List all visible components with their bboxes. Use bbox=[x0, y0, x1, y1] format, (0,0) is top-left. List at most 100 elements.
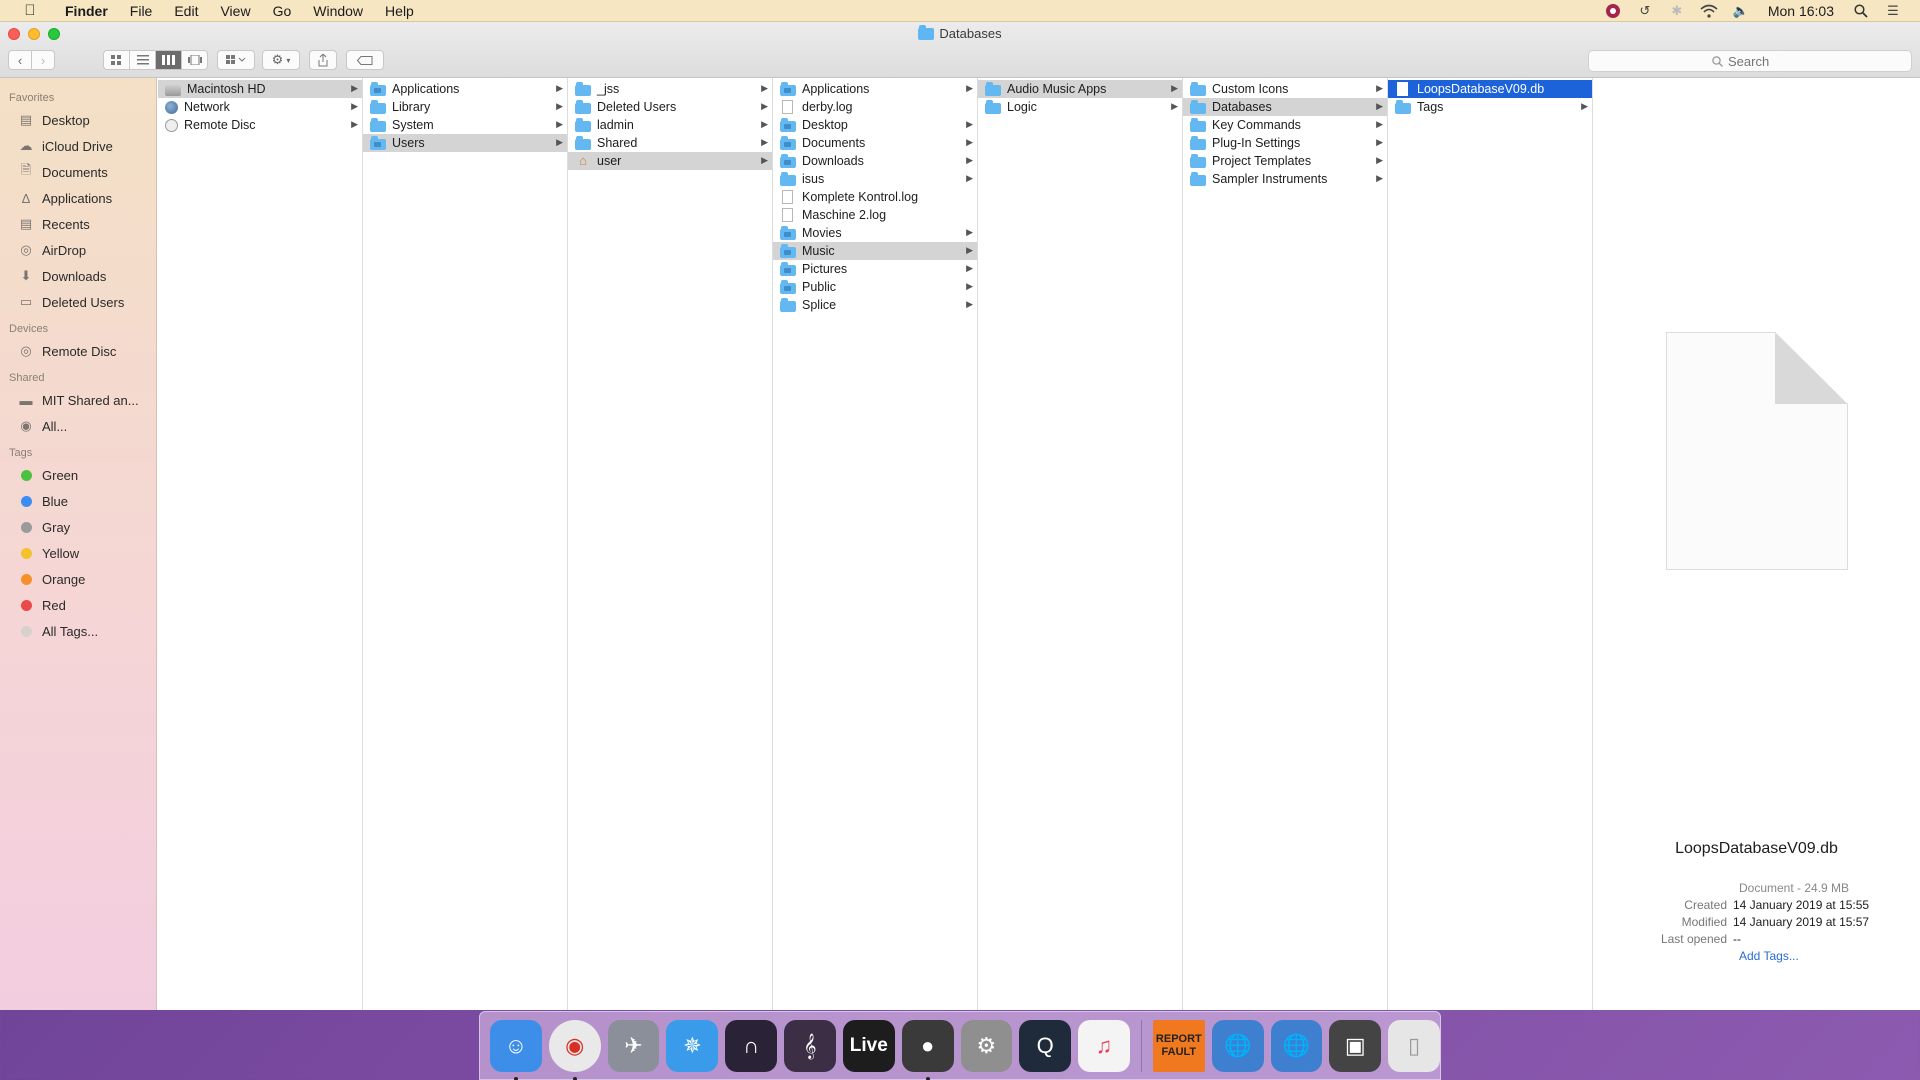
sidebar-tag-all-tags[interactable]: All Tags... bbox=[0, 618, 156, 644]
launchpad-icon[interactable]: ✈ bbox=[607, 1019, 660, 1072]
file-row[interactable]: LoopsDatabaseV09.db bbox=[1388, 80, 1592, 98]
file-row[interactable]: Remote Disc ▶ bbox=[158, 116, 362, 134]
menu-edit[interactable]: Edit bbox=[163, 3, 209, 19]
file-row[interactable]: Splice ▶ bbox=[773, 296, 977, 314]
network-globe-2-icon[interactable]: 🌐 bbox=[1270, 1019, 1323, 1072]
menu-help[interactable]: Help bbox=[374, 3, 425, 19]
report-fault-icon[interactable]: REPORT FAULT bbox=[1152, 1019, 1205, 1072]
browser-column-1[interactable]: Macintosh HD ▶ Network ▶ Remote Disc ▶ bbox=[158, 78, 363, 1010]
sidebar-item-downloads[interactable]: ⬇ Downloads bbox=[0, 263, 156, 289]
menu-app-finder[interactable]: Finder bbox=[54, 3, 119, 19]
file-row[interactable]: ⌂ user ▶ bbox=[568, 152, 772, 170]
action-button[interactable]: ⚙ ▾ bbox=[262, 50, 300, 70]
browser-column-2[interactable]: Applications ▶ Library ▶ System ▶ Users ▶ bbox=[363, 78, 568, 1010]
apple-menu-icon[interactable]:  bbox=[20, 2, 40, 19]
sidebar-tag-yellow[interactable]: Yellow bbox=[0, 540, 156, 566]
file-row[interactable]: Documents ▶ bbox=[773, 134, 977, 152]
file-row[interactable]: Shared ▶ bbox=[568, 134, 772, 152]
sidebar-tag-green[interactable]: Green bbox=[0, 462, 156, 488]
file-row[interactable]: Audio Music Apps ▶ bbox=[978, 80, 1182, 98]
share-button[interactable] bbox=[309, 50, 337, 70]
gallery-view-button[interactable] bbox=[181, 50, 208, 70]
file-row[interactable]: Deleted Users ▶ bbox=[568, 98, 772, 116]
spotlight-icon[interactable] bbox=[1852, 3, 1870, 19]
camera-icon[interactable]: ▣ bbox=[1329, 1019, 1382, 1072]
notification-center-icon[interactable]: ☰ bbox=[1884, 3, 1902, 19]
sidebar-shared-mit-shared-an[interactable]: ▬ MIT Shared an... bbox=[0, 387, 156, 413]
trash-icon[interactable]: ▯ bbox=[1388, 1019, 1440, 1072]
pro-tools-icon[interactable]: ∩ bbox=[725, 1019, 778, 1072]
sidebar-item-airdrop[interactable]: ◎ AirDrop bbox=[0, 237, 156, 263]
creative-cloud-icon[interactable] bbox=[1604, 3, 1622, 19]
volume-icon[interactable]: 🔈 bbox=[1732, 3, 1750, 19]
sidebar-item-applications[interactable]: ∆ Applications bbox=[0, 185, 156, 211]
file-row[interactable]: Logic ▶ bbox=[978, 98, 1182, 116]
list-view-button[interactable] bbox=[129, 50, 156, 70]
group-by-button[interactable] bbox=[217, 50, 255, 70]
menu-clock[interactable]: Mon 16:03 bbox=[1768, 3, 1834, 19]
tags-button[interactable] bbox=[346, 50, 384, 70]
browser-column-5[interactable]: Audio Music Apps ▶ Logic ▶ bbox=[978, 78, 1183, 1010]
browser-column-7[interactable]: LoopsDatabaseV09.db Tags ▶ bbox=[1388, 78, 1593, 1010]
time-machine-icon[interactable]: ↺ bbox=[1636, 3, 1654, 19]
file-row[interactable]: Maschine 2.log bbox=[773, 206, 977, 224]
file-row[interactable]: Users ▶ bbox=[363, 134, 567, 152]
browser-column-3[interactable]: _jss ▶ Deleted Users ▶ ladmin ▶ Shared ▶ ⌂ user ▶ bbox=[568, 78, 773, 1010]
file-row[interactable]: derby.log bbox=[773, 98, 977, 116]
sidebar-shared-all[interactable]: ◉ All... bbox=[0, 413, 156, 439]
finder-icon[interactable]: ☺ bbox=[490, 1019, 542, 1080]
sidebar-item-recents[interactable]: ▤ Recents bbox=[0, 211, 156, 237]
sidebar-device-remote-disc[interactable]: ◎ Remote Disc bbox=[0, 338, 156, 364]
file-row[interactable]: _jss ▶ bbox=[568, 80, 772, 98]
quicktime-icon[interactable]: Q bbox=[1019, 1019, 1072, 1072]
file-row[interactable]: Applications ▶ bbox=[773, 80, 977, 98]
menu-go[interactable]: Go bbox=[262, 3, 303, 19]
menu-view[interactable]: View bbox=[209, 3, 261, 19]
sibelius-icon[interactable]: 𝄞 bbox=[784, 1019, 836, 1072]
file-row[interactable]: Key Commands ▶ bbox=[1183, 116, 1387, 134]
sidebar-tag-red[interactable]: Red bbox=[0, 592, 156, 618]
ableton-live-icon[interactable]: Live bbox=[842, 1019, 895, 1072]
forward-button[interactable]: › bbox=[31, 50, 55, 70]
bluetooth-icon[interactable]: ✱ bbox=[1668, 3, 1686, 19]
add-tags-link[interactable]: Add Tags... bbox=[1653, 949, 1799, 963]
column-view-button[interactable] bbox=[155, 50, 182, 70]
browser-column-6[interactable]: Custom Icons ▶ Databases ▶ Key Commands ▶ Plug… bbox=[1183, 78, 1388, 1010]
file-row[interactable]: Plug-In Settings ▶ bbox=[1183, 134, 1387, 152]
search-input[interactable] bbox=[1728, 53, 1788, 69]
file-row[interactable]: Tags ▶ bbox=[1388, 98, 1592, 116]
file-row[interactable]: Macintosh HD ▶ bbox=[158, 80, 362, 98]
back-button[interactable]: ‹ bbox=[8, 50, 32, 70]
file-row[interactable]: Komplete Kontrol.log bbox=[773, 188, 977, 206]
system-preferences-icon[interactable]: ⚙ bbox=[960, 1019, 1013, 1072]
safari-icon[interactable]: ✵ bbox=[666, 1019, 719, 1072]
file-row[interactable]: Sampler Instruments ▶ bbox=[1183, 170, 1387, 188]
browser-column-4[interactable]: Applications ▶ derby.log Desktop ▶ Documents ▶… bbox=[773, 78, 978, 1010]
file-row[interactable]: Movies ▶ bbox=[773, 224, 977, 242]
sidebar-item-deleted-users[interactable]: ▭ Deleted Users bbox=[0, 289, 156, 315]
file-row[interactable]: Applications ▶ bbox=[363, 80, 567, 98]
wifi-icon[interactable] bbox=[1700, 3, 1718, 19]
network-globe-icon[interactable]: 🌐 bbox=[1211, 1019, 1264, 1072]
sidebar-item-documents[interactable]: 🗎 Documents bbox=[0, 159, 156, 185]
sidebar-tag-gray[interactable]: Gray bbox=[0, 514, 156, 540]
menu-file[interactable]: File bbox=[119, 3, 164, 19]
sidebar-item-icloud-drive[interactable]: ☁ iCloud Drive bbox=[0, 133, 156, 159]
menu-window[interactable]: Window bbox=[302, 3, 374, 19]
file-row[interactable]: Pictures ▶ bbox=[773, 260, 977, 278]
itunes-icon[interactable]: ♫ bbox=[1078, 1019, 1130, 1072]
file-row[interactable]: Library ▶ bbox=[363, 98, 567, 116]
icon-view-button[interactable] bbox=[103, 50, 130, 70]
file-row[interactable]: ladmin ▶ bbox=[568, 116, 772, 134]
sidebar-tag-blue[interactable]: Blue bbox=[0, 488, 156, 514]
logic-icon[interactable]: ● bbox=[901, 1019, 954, 1080]
file-row[interactable]: Project Templates ▶ bbox=[1183, 152, 1387, 170]
file-row[interactable]: Custom Icons ▶ bbox=[1183, 80, 1387, 98]
file-row[interactable]: Desktop ▶ bbox=[773, 116, 977, 134]
file-row[interactable]: Downloads ▶ bbox=[773, 152, 977, 170]
search-field[interactable] bbox=[1588, 50, 1912, 72]
file-row[interactable]: Network ▶ bbox=[158, 98, 362, 116]
file-row[interactable]: System ▶ bbox=[363, 116, 567, 134]
file-row[interactable]: Music ▶ bbox=[773, 242, 977, 260]
file-row[interactable]: isus ▶ bbox=[773, 170, 977, 188]
